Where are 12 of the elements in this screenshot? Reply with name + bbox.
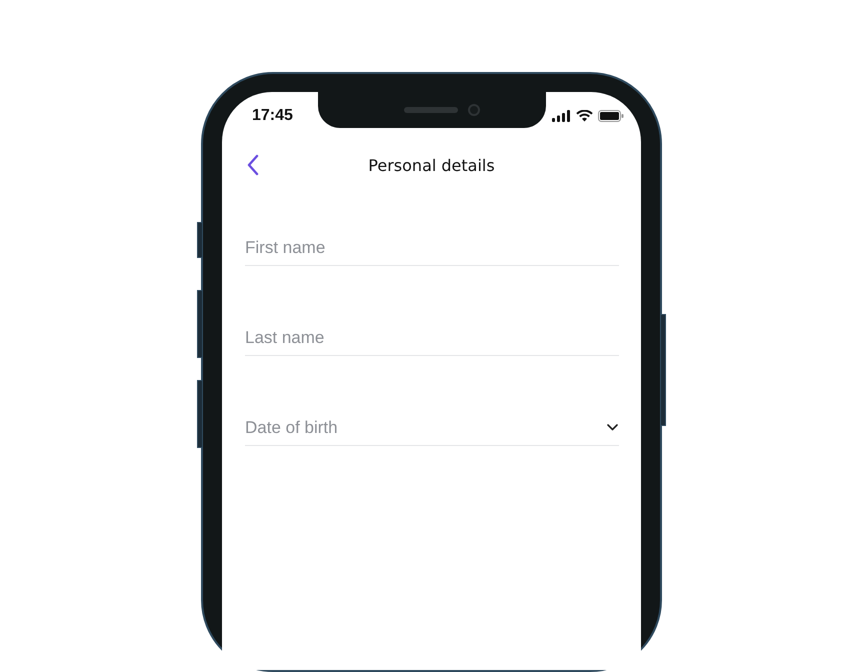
dropdown-field[interactable]: Date of birth: [245, 410, 619, 446]
status-time: 17:45: [252, 106, 293, 124]
battery-icon: [598, 110, 624, 122]
camera-icon: [468, 104, 480, 116]
speaker-icon: [404, 107, 458, 113]
chevron-left-icon: [246, 154, 260, 176]
input-field[interactable]: Last name: [245, 320, 619, 356]
chevron-down-icon: [607, 424, 618, 431]
input-field[interactable]: First name: [245, 230, 619, 266]
page-title: Personal details: [368, 156, 495, 174]
signal-icon: [552, 110, 571, 122]
wifi-icon: [576, 110, 593, 122]
